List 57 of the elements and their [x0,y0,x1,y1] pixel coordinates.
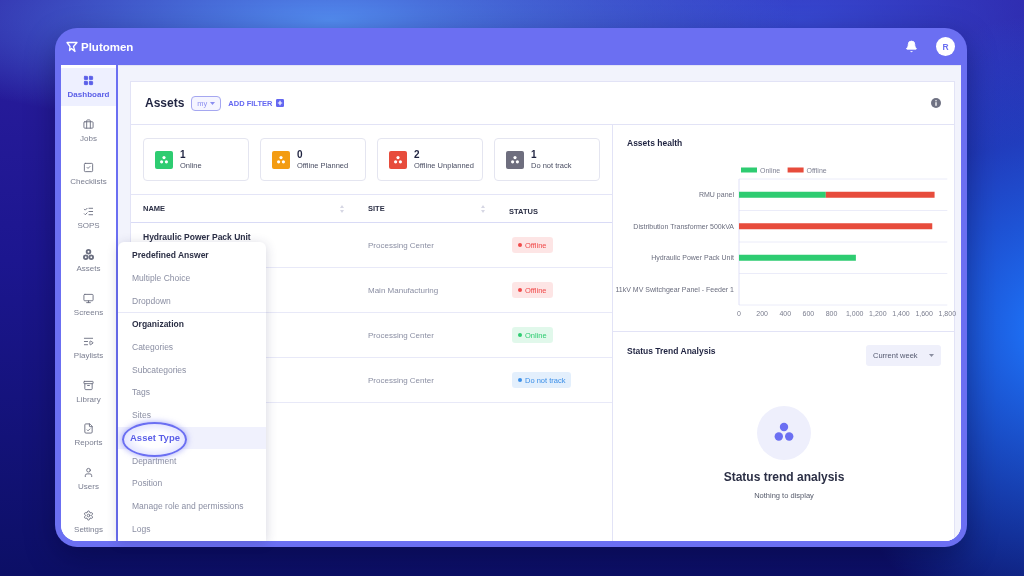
sidebar-item[interactable]: Library [61,372,116,411]
sidebar-item[interactable]: Dashboard [61,68,116,106]
caret-icon [210,101,216,105]
stat-count: 1 [180,149,187,160]
sidebar-item[interactable]: Settings [61,503,116,541]
sidebar-item[interactable]: Assets [61,242,116,280]
empty-state-icon [757,406,811,460]
site-name: Processing Center [368,330,434,340]
menu-item[interactable]: Tags [118,381,266,404]
bell-icon[interactable] [905,40,918,53]
stat-count: 2 [414,149,421,160]
sidebar-item[interactable]: Users [61,459,116,498]
empty-state-title: Status trend analysis [723,470,845,484]
page-title: Assets [145,96,185,110]
sidebar-item[interactable]: Playlists [61,329,116,367]
plus-icon [276,99,285,107]
caret-icon [929,354,934,357]
menu-item[interactable]: Multiple Choice [118,266,266,290]
list-icon [83,336,94,347]
user-icon [83,466,94,478]
menu-item[interactable]: Dropdown [118,289,266,313]
menu-item[interactable]: Categories [118,335,266,359]
monitor-icon [83,292,94,304]
circles-icon [83,249,94,260]
grid-icon [83,75,94,86]
settings-icon [83,510,94,521]
menu-section-title: Predefined Answer [131,249,210,263]
logo-text: Plutomen [81,40,134,53]
briefcase-icon [83,118,94,130]
highlight-ellipse [122,422,187,457]
site-name: Main Manufacturing [368,285,439,295]
site-name: Processing Center [368,240,434,250]
sidebar-item[interactable]: Checklists [61,155,116,193]
sidebar-item[interactable]: Reports [61,416,116,454]
checklist-icon [83,205,94,217]
menu-item[interactable]: Sites [118,403,266,427]
sidebar-item[interactable]: Jobs [61,111,116,150]
user-avatar[interactable]: R [936,37,955,56]
logo-icon [66,40,78,53]
menu-item[interactable]: Subcategories [118,358,266,382]
menu-item[interactable]: Department [118,449,266,472]
sidebar-item[interactable]: Screens [61,285,116,324]
menu-item[interactable]: Position [118,471,266,495]
document-check-icon [83,423,94,434]
sidebar-item[interactable]: SOPS [61,198,116,237]
chart-title: Assets health [626,137,684,149]
section-title: Status Trend Analysis [627,345,716,357]
stat-count: 0 [297,149,304,160]
archive-icon [83,379,94,391]
site-name: Processing Center [368,375,434,385]
menu-item[interactable]: Manage role and permissions [118,494,266,518]
info-icon[interactable] [931,98,941,108]
checkbox-icon [83,162,94,173]
menu-item[interactable]: Logs [118,517,266,540]
asset-name: Hydraulic Power Pack Unit [143,233,251,242]
stat-count: 1 [531,149,538,160]
menu-section-title: Organization [131,318,185,332]
